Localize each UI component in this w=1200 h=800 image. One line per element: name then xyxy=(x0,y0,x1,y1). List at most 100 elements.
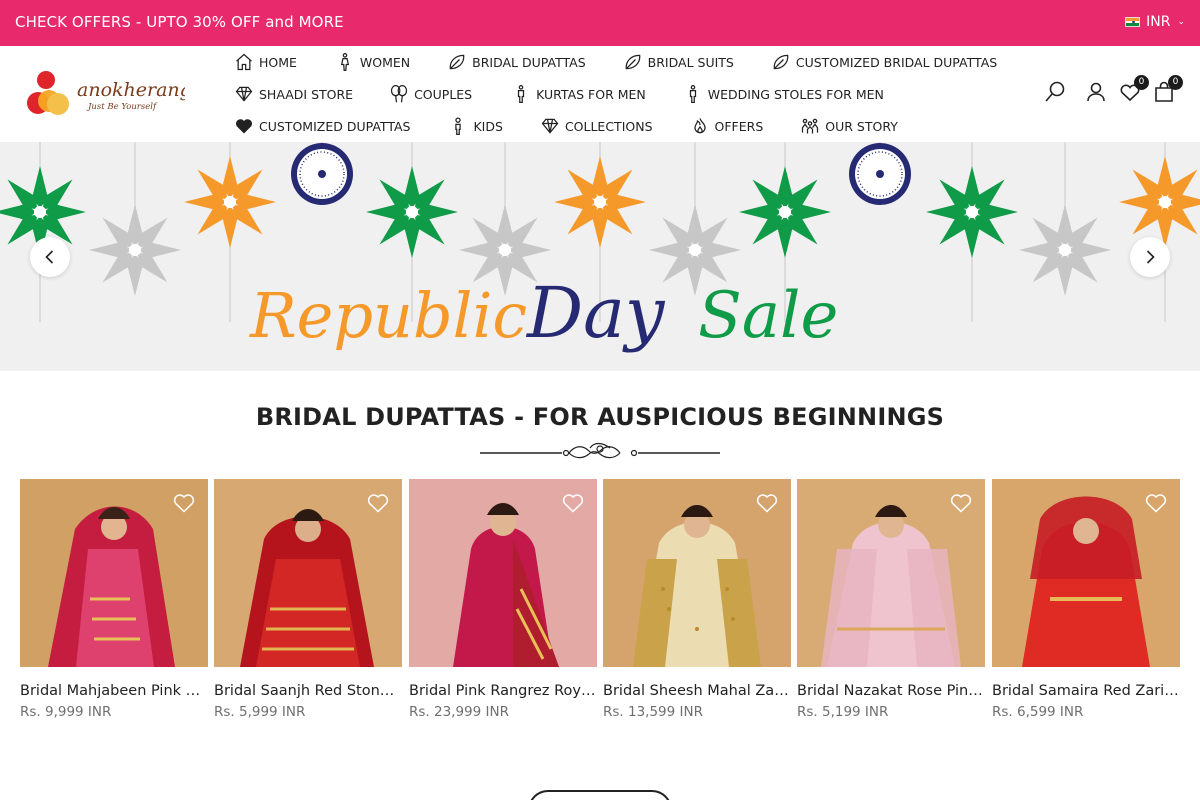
brand-name: anokherang xyxy=(77,79,185,101)
account-button[interactable] xyxy=(1084,80,1110,106)
product-image[interactable] xyxy=(20,479,208,667)
leaf-icon xyxy=(625,54,640,70)
nav-item-label: KIDS xyxy=(473,118,503,134)
nav-item-label: HOME xyxy=(259,54,297,70)
wishlist-count-badge: 0 xyxy=(1134,75,1149,90)
diamond-icon xyxy=(541,118,559,134)
diamond-icon xyxy=(235,86,253,102)
product-image[interactable] xyxy=(214,479,402,667)
nav-item-label: COUPLES xyxy=(414,86,473,102)
nav-item-customized-bridal-dupattas[interactable]: CUSTOMIZED BRIDAL DUPATTAS xyxy=(771,52,997,72)
user-icon xyxy=(1087,82,1105,102)
product-price: Rs. 9,999 INR xyxy=(20,704,112,720)
nav-row-1: HOME WOMEN BRIDAL DUPATTAS BRIDAL SUITS … xyxy=(234,52,997,72)
hero-word-2: Day xyxy=(525,272,666,354)
nav-item-bridal-dupattas[interactable]: BRIDAL DUPATTAS xyxy=(447,52,586,72)
carousel-next-button[interactable] xyxy=(1130,237,1170,277)
nav-item-women[interactable]: WOMEN xyxy=(335,52,410,72)
nav-item-home[interactable]: HOME xyxy=(234,52,297,72)
balloons-icon xyxy=(390,85,408,103)
product-card[interactable]: Bridal Saanjh Red Stone Work Dupatta Rs.… xyxy=(214,479,402,720)
nav-item-kids[interactable]: KIDS xyxy=(448,116,503,136)
nav-row-2: SHAADI STORE COUPLES KURTAS FOR MEN WEDD… xyxy=(234,84,884,104)
product-price: Rs. 6,599 INR xyxy=(992,704,1084,720)
nav-item-label: OFFERS xyxy=(714,118,764,134)
chevron-down-icon: ⌄ xyxy=(1177,17,1185,27)
wishlist-heart-icon[interactable] xyxy=(1145,493,1167,513)
product-image[interactable] xyxy=(603,479,791,667)
product-price: Rs. 13,599 INR xyxy=(603,704,703,720)
wishlist-heart-icon[interactable] xyxy=(562,493,584,513)
product-name[interactable]: Bridal Mahjabeen Pink and Gold Banarasi … xyxy=(20,683,208,699)
search-icon xyxy=(1045,81,1065,102)
product-name[interactable]: Bridal Samaira Red Zari Dupatta xyxy=(992,683,1180,699)
search-button[interactable] xyxy=(1043,80,1069,106)
woman-icon xyxy=(340,53,350,71)
chevron-left-icon xyxy=(45,250,54,264)
header-tools: 0 0 xyxy=(1030,75,1200,110)
brand-logo[interactable]: anokherang Just Be Yourself xyxy=(25,68,185,120)
hero-word-1: Republic xyxy=(249,279,527,352)
announcement-bar: CHECK OFFERS - UPTO 30% OFF and MORE INR… xyxy=(0,0,1200,46)
hero-banner[interactable]: Republic Day Sale xyxy=(0,142,1200,371)
nav-item-label: BRIDAL DUPATTAS xyxy=(472,54,586,70)
product-name[interactable]: Bridal Sheesh Mahal Zari Dupatta xyxy=(603,683,791,699)
product-card[interactable]: Bridal Mahjabeen Pink and Gold Banarasi … xyxy=(20,479,208,720)
chevron-right-icon xyxy=(1146,250,1155,264)
nav-item-offers[interactable]: OFFERS xyxy=(690,116,764,136)
nav-item-kurtas-for-men[interactable]: KURTAS FOR MEN xyxy=(511,84,646,104)
wishlist-heart-icon[interactable] xyxy=(173,493,195,513)
wishlist-heart-icon[interactable] xyxy=(950,493,972,513)
product-card[interactable]: Bridal Samaira Red Zari Dupatta Rs. 6,59… xyxy=(992,479,1180,720)
nav-item-customized-dupattas[interactable]: CUSTOMIZED DUPATTAS xyxy=(234,116,410,136)
home-icon xyxy=(236,53,252,71)
nav-item-bridal-suits[interactable]: BRIDAL SUITS xyxy=(623,52,734,72)
product-name[interactable]: Bridal Saanjh Red Stone Work Dupatta xyxy=(214,683,402,699)
nav-item-label: COLLECTIONS xyxy=(564,118,653,134)
leaf-icon xyxy=(773,54,789,70)
product-image[interactable] xyxy=(409,479,597,667)
wishlist-button[interactable]: 0 xyxy=(1118,75,1149,106)
wishlist-heart-icon[interactable] xyxy=(367,493,389,513)
nav-item-collections[interactable]: COLLECTIONS xyxy=(540,116,653,136)
carousel-prev-button[interactable] xyxy=(30,237,70,277)
nav-item-label: CUSTOMIZED DUPATTAS xyxy=(259,118,411,134)
view-all-button[interactable] xyxy=(528,790,672,800)
brand-tagline: Just Be Yourself xyxy=(86,102,158,112)
product-price: Rs. 5,999 INR xyxy=(214,704,306,720)
currency-selector[interactable]: INR ⌄ xyxy=(1125,14,1185,30)
republic-day-sale-text: Republic Day Sale xyxy=(249,272,838,354)
nav-row-3: CUSTOMIZED DUPATTAS KIDS COLLECTIONS OFF… xyxy=(234,116,898,136)
nav-item-wedding-stoles-for-men[interactable]: WEDDING STOLES FOR MEN xyxy=(683,84,884,104)
nav-item-shaadi-store[interactable]: SHAADI STORE xyxy=(234,84,353,104)
heart-filled-icon xyxy=(235,119,253,134)
site-header: anokherang Just Be Yourself HOME WOMEN B… xyxy=(0,46,1200,142)
nav-item-couples[interactable]: COUPLES xyxy=(389,84,472,104)
product-card[interactable]: Bridal Pink Rangrez Royal Dupatta Rs. 23… xyxy=(409,479,597,720)
nav-item-label: WOMEN xyxy=(359,54,411,70)
product-name[interactable]: Bridal Nazakat Rose Pink Tissue Dupatta xyxy=(797,683,985,699)
kid-icon xyxy=(455,117,462,135)
wishlist-heart-icon[interactable] xyxy=(756,493,778,513)
nav-item-label: WEDDING STOLES FOR MEN xyxy=(707,86,884,102)
product-image[interactable] xyxy=(992,479,1180,667)
ornamental-divider-icon xyxy=(480,442,720,459)
nav-item-label: KURTAS FOR MEN xyxy=(536,86,646,102)
cart-count-badge: 0 xyxy=(1168,75,1183,90)
product-card[interactable]: Bridal Sheesh Mahal Zari Dupatta Rs. 13,… xyxy=(603,479,791,720)
leaf-icon xyxy=(449,54,465,70)
team-icon xyxy=(802,118,819,134)
product-name[interactable]: Bridal Pink Rangrez Royal Dupatta xyxy=(409,683,597,699)
cart-button[interactable]: 0 xyxy=(1152,75,1183,106)
hero-word-3: Sale xyxy=(698,279,838,353)
flame-icon xyxy=(693,118,706,134)
nav-item-label: SHAADI STORE xyxy=(259,86,354,102)
offer-text[interactable]: CHECK OFFERS - UPTO 30% OFF and MORE xyxy=(15,13,344,31)
nav-item-label: BRIDAL SUITS xyxy=(647,54,734,70)
product-image[interactable] xyxy=(797,479,985,667)
product-card[interactable]: Bridal Nazakat Rose Pink Tissue Dupatta … xyxy=(797,479,985,720)
nav-item-our-story[interactable]: OUR STORY xyxy=(800,116,898,136)
nav-item-label: CUSTOMIZED BRIDAL DUPATTAS xyxy=(795,54,998,70)
product-price: Rs. 5,199 INR xyxy=(797,704,889,720)
nav-item-label: OUR STORY xyxy=(825,118,898,134)
